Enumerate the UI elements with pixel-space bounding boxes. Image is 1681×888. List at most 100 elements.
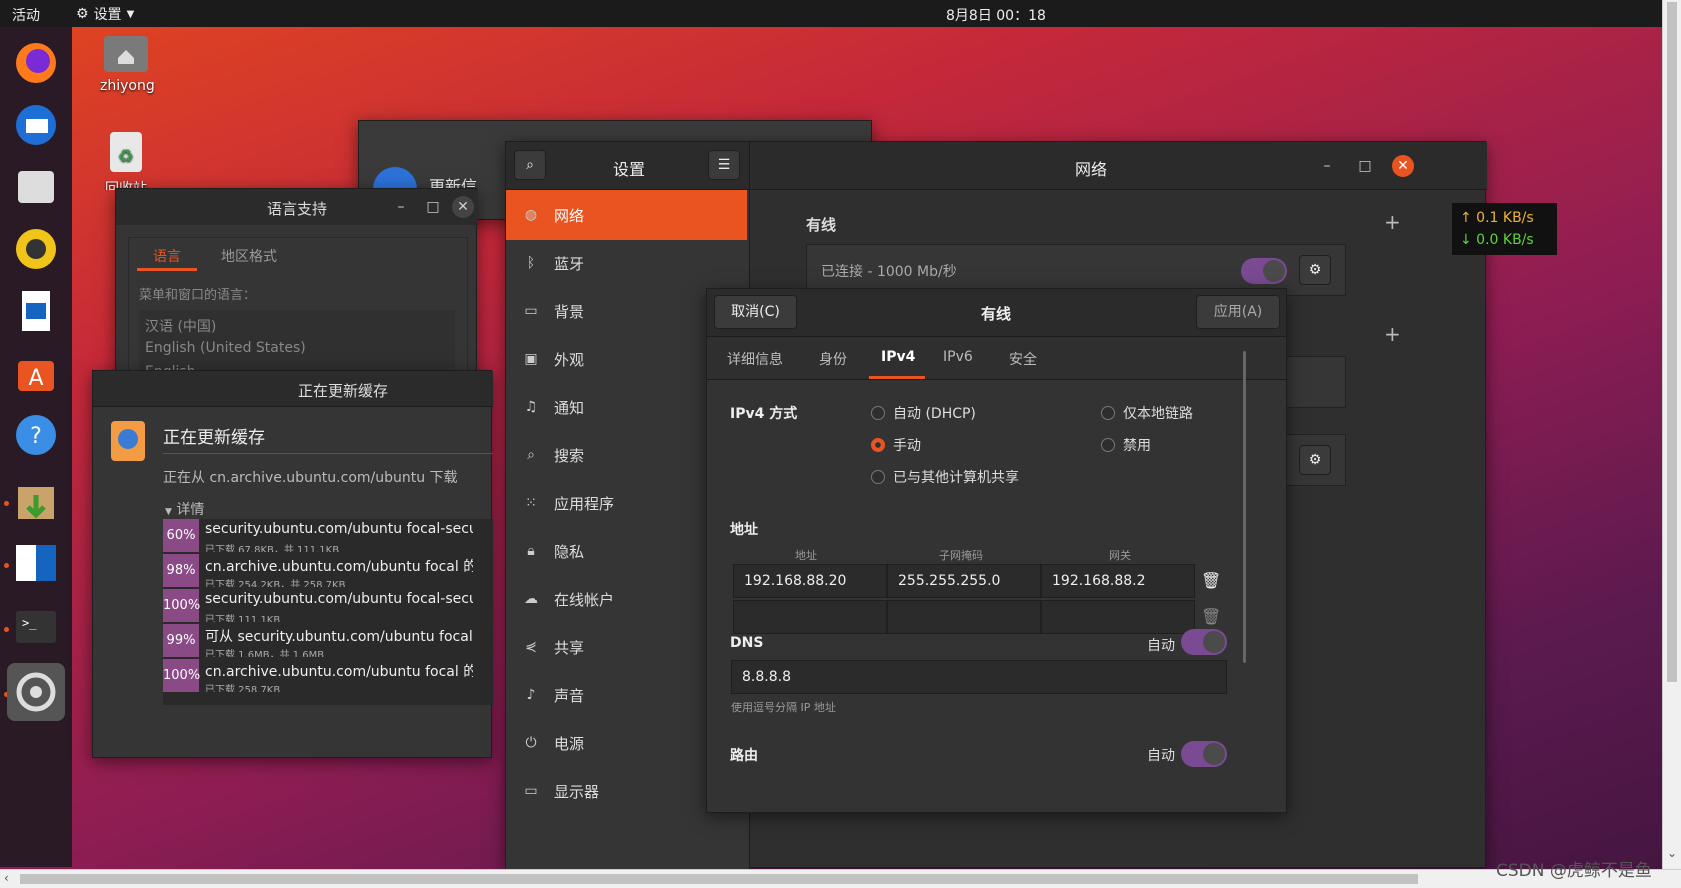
column-gateway: 网关 — [1109, 549, 1131, 562]
route-auto-toggle[interactable] — [1181, 741, 1227, 767]
gear-icon: ⚙ — [76, 6, 89, 22]
tab-identity[interactable]: 身份 — [819, 349, 847, 369]
tab-security[interactable]: 安全 — [1009, 349, 1037, 369]
network-icon: ◍ — [524, 207, 538, 223]
scroll-down-icon[interactable]: ⌄ — [1667, 846, 1677, 860]
writer-icon[interactable] — [10, 285, 62, 337]
close-button[interactable]: ✕ — [452, 196, 474, 218]
clock[interactable]: 8月8日 00：18 — [946, 5, 1046, 25]
settings-title: 设置 — [613, 160, 646, 179]
sidebar-item-label: 在线帐户 — [554, 590, 615, 609]
settings-icon[interactable] — [7, 663, 65, 721]
radio-disabled[interactable]: 禁用 — [1101, 435, 1151, 455]
apply-button[interactable]: 应用(A) — [1196, 295, 1280, 329]
wired-toggle[interactable] — [1241, 258, 1287, 284]
package-icon — [111, 421, 145, 461]
cloud-icon: ☁ — [524, 591, 538, 607]
software-icon[interactable]: A — [10, 347, 62, 399]
dns-input[interactable]: 8.8.8.8 — [731, 660, 1227, 694]
dialog-title: 有线 — [981, 305, 1012, 323]
sidebar-item-label: 电源 — [554, 734, 585, 753]
sidebar-item-label: 通知 — [554, 398, 585, 417]
radio-link-local[interactable]: 仅本地链路 — [1101, 403, 1193, 423]
rhythmbox-icon[interactable] — [10, 223, 62, 275]
add-connection-button[interactable]: + — [1384, 210, 1401, 234]
terminal-icon[interactable]: >_ — [10, 601, 62, 653]
radio-shared[interactable]: 已与其他计算机共享 — [871, 467, 1019, 487]
list-item: 99% 可从 security.ubuntu.com/ubuntu focal-s… — [163, 624, 473, 658]
search-button[interactable]: ⌕ — [514, 150, 546, 180]
vertical-scrollbar[interactable]: ⌄ — [1662, 0, 1681, 869]
trash-icon[interactable]: ♻ 回收站 — [104, 130, 148, 190]
maximize-button[interactable]: □ — [1354, 155, 1376, 177]
apps-icon: ⁙ — [525, 495, 537, 511]
sidebar-item-label: 显示器 — [554, 782, 600, 801]
activities-button[interactable]: 活动 — [12, 5, 40, 25]
package-installer-icon[interactable] — [10, 475, 62, 527]
help-icon[interactable]: ? — [10, 409, 62, 461]
netmask-input-empty[interactable] — [887, 600, 1041, 634]
language-titlebar: 语言支持 – □ ✕ — [116, 189, 478, 225]
menu-button[interactable]: ☰ — [708, 150, 740, 180]
firefox-icon[interactable] — [10, 37, 62, 89]
dns-auto-toggle[interactable] — [1181, 629, 1227, 655]
delete-address-button[interactable]: 🗑︎ — [1201, 607, 1221, 626]
address-input-empty[interactable] — [733, 600, 887, 634]
tab-ipv6[interactable]: IPv6 — [943, 349, 973, 365]
address-input[interactable]: 192.168.88.20 — [733, 564, 887, 598]
tab-details[interactable]: 详细信息 — [727, 349, 783, 369]
updating-cache-window: 正在更新缓存 正在更新缓存 正在从 cn.archive.ubuntu.com/… — [92, 370, 493, 758]
tab-region[interactable]: 地区格式 — [221, 246, 277, 266]
minimize-button[interactable]: – — [390, 196, 412, 218]
add-vpn-button[interactable]: + — [1384, 322, 1401, 346]
sidebar-item-network[interactable]: ◍ 网络 — [506, 190, 747, 240]
ipv4-method-label: IPv4 方式 — [730, 406, 798, 422]
thunderbird-icon[interactable] — [10, 99, 62, 151]
horizontal-scrollbar[interactable]: ‹ — [0, 869, 1681, 888]
wired-settings-button[interactable]: ⚙ — [1299, 255, 1331, 285]
chevron-down-icon: ▼ — [126, 8, 135, 20]
files-icon[interactable] — [10, 161, 62, 213]
dns-label: DNS — [730, 635, 764, 651]
language-support-window: 语言支持 – □ ✕ 语言 地区格式 菜单和窗口的语言： 汉语 (中国) Eng… — [115, 188, 478, 388]
home-folder-icon[interactable]: zhiyong — [100, 34, 155, 94]
app-menu[interactable]: ⚙ 设置 ▼ — [76, 4, 134, 24]
maximize-button[interactable]: □ — [422, 196, 444, 218]
sidebar-item-label: 外观 — [554, 350, 585, 369]
list-item: 98%cn.archive.ubuntu.com/ubuntu focal 的结… — [163, 554, 473, 588]
scroll-left-icon[interactable]: ‹ — [4, 871, 9, 885]
wired-dialog: 取消(C) 有线 应用(A) 详细信息 身份 IPv4 IPv6 安全 IPv4… — [706, 288, 1287, 813]
cancel-button[interactable]: 取消(C) — [714, 295, 797, 329]
top-bar: 活动 ⚙ 设置 ▼ 8月8日 00：18 — [0, 0, 1681, 27]
close-button[interactable]: ✕ — [1392, 155, 1414, 177]
tab-language[interactable]: 语言 — [153, 246, 181, 266]
dialog-scrollbar[interactable] — [1243, 351, 1246, 663]
details-expander[interactable]: ▼ 详情 — [165, 499, 204, 519]
language-icon[interactable] — [10, 537, 62, 589]
tab-ipv4[interactable]: IPv4 — [881, 349, 915, 365]
language-item[interactable]: English (United States) — [145, 340, 306, 356]
svg-text:A: A — [28, 366, 43, 391]
app-menu-label: 设置 — [93, 7, 122, 23]
proxy-settings-button[interactable]: ⚙ — [1299, 445, 1331, 475]
display-icon: ▭ — [524, 783, 538, 799]
gateway-input[interactable]: 192.168.88.2 — [1041, 564, 1195, 598]
sidebar-item-label: 蓝牙 — [554, 254, 585, 273]
language-item[interactable]: 汉语 (中国) — [145, 316, 216, 336]
chevron-down-icon: ▼ — [165, 507, 172, 517]
vertical-scroll-thumb[interactable] — [1667, 2, 1677, 682]
radio-manual[interactable]: 手动 — [871, 435, 921, 455]
gateway-input-empty[interactable] — [1041, 600, 1195, 634]
sidebar-item-bluetooth[interactable]: ᛒ 蓝牙 — [506, 238, 747, 288]
delete-address-button[interactable]: 🗑︎ — [1201, 571, 1221, 590]
wired-status: 已连接 - 1000 Mb/秒 — [821, 264, 957, 280]
svg-text:>_: >_ — [22, 616, 37, 630]
minimize-button[interactable]: – — [1316, 155, 1338, 177]
netmask-input[interactable]: 255.255.255.0 — [887, 564, 1041, 598]
panel-title: 网络 — [1075, 160, 1108, 179]
horizontal-scroll-thumb[interactable] — [20, 874, 1418, 884]
list-item: 60% security.ubuntu.com/ubuntu focal-secu… — [163, 519, 473, 553]
sidebar-item-label: 隐私 — [554, 542, 585, 561]
radio-dhcp[interactable]: 自动 (DHCP) — [871, 403, 976, 423]
menu-language-label: 菜单和窗口的语言： — [139, 288, 257, 303]
